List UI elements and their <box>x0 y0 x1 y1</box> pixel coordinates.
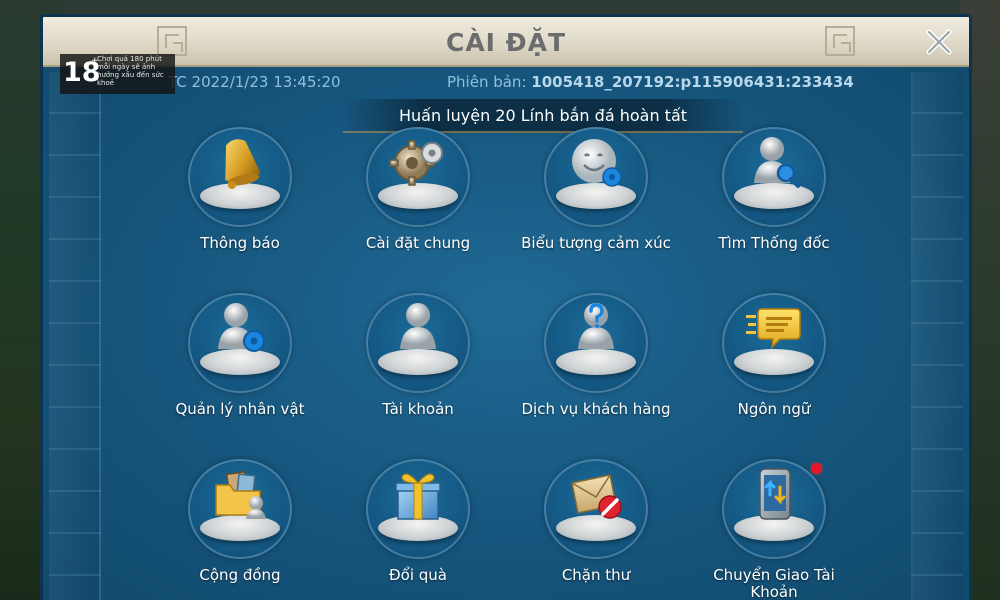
icon-frame <box>366 293 470 393</box>
character-manage-icon <box>218 303 265 352</box>
community-icon <box>215 470 266 519</box>
menu-item-label: Chặn thư <box>561 566 631 584</box>
menu-item-label: Biểu tượng cảm xúc <box>521 234 671 252</box>
menu-item-label: Đổi quà <box>389 566 447 584</box>
customer-service-icon <box>578 303 614 349</box>
menu-item-label: Tìm Thống đốc <box>718 234 830 252</box>
menu-item-general-settings[interactable]: Cài đặt chung <box>343 127 493 252</box>
account-icon <box>400 303 436 349</box>
icon-frame <box>722 459 826 559</box>
icon-frame <box>188 127 292 227</box>
menu-item-notifications[interactable]: Thông báo <box>165 127 315 252</box>
menu-item-label: Cài đặt chung <box>365 234 471 252</box>
menu-item-label: Ngôn ngữ <box>737 400 811 418</box>
search-governor-icon <box>754 137 800 188</box>
menu-item-gift-redeem[interactable]: Đổi quà <box>343 459 493 584</box>
menu-item-account-transfer[interactable]: Chuyển Giao Tài Khoản <box>699 459 849 600</box>
menu-item-character-manage[interactable]: Quản lý nhân vật <box>165 293 315 418</box>
icon-frame <box>188 293 292 393</box>
icon-frame <box>722 127 826 227</box>
age-rating-badge: 18 + Chơi quá 180 phút mỗi ngày sẽ ảnh h… <box>60 54 175 94</box>
menu-item-block-mail[interactable]: Chặn thư <box>521 459 671 584</box>
icon-frame <box>544 459 648 559</box>
menu-item-emoji[interactable]: Biểu tượng cảm xúc <box>521 127 671 252</box>
gift-icon <box>395 473 441 520</box>
menu-item-label: Tài khoản <box>382 400 454 418</box>
menu-item-community[interactable]: Cộng đồng <box>165 459 315 584</box>
language-icon <box>746 308 801 350</box>
icon-frame <box>544 127 648 227</box>
icon-frame <box>544 293 648 393</box>
icon-frame <box>366 127 470 227</box>
menu-item-label: Cộng đồng <box>199 566 281 584</box>
settings-grid: Thông báo Cài đặt chung Biểu tượng cảm x… <box>43 17 969 600</box>
emoji-icon <box>572 139 622 187</box>
menu-item-label: Thông báo <box>200 234 280 252</box>
menu-item-label: Dịch vụ khách hàng <box>521 400 671 418</box>
menu-item-label: Chuyển Giao Tài Khoản <box>713 566 835 600</box>
menu-item-account[interactable]: Tài khoản <box>343 293 493 418</box>
icon-frame <box>188 459 292 559</box>
bell-icon <box>225 139 261 189</box>
age-rating-warning: Chơi quá 180 phút mỗi ngày sẽ ảnh hưởng … <box>97 55 164 87</box>
menu-item-find-governor[interactable]: Tìm Thống đốc <box>699 127 849 252</box>
menu-item-customer-service[interactable]: Dịch vụ khách hàng <box>521 293 671 418</box>
icon-frame <box>366 459 470 559</box>
menu-item-language[interactable]: Ngôn ngữ <box>699 293 849 418</box>
block-mail-icon <box>571 474 622 519</box>
menu-item-label: Quản lý nhân vật <box>175 400 305 418</box>
icon-frame <box>722 293 826 393</box>
notification-dot <box>811 463 822 474</box>
settings-panel: CÀI ĐẶT TC 2022/1/23 13:45:20 Phiên bản:… <box>40 14 972 600</box>
account-transfer-icon <box>759 468 791 520</box>
gears-icon <box>389 140 443 186</box>
